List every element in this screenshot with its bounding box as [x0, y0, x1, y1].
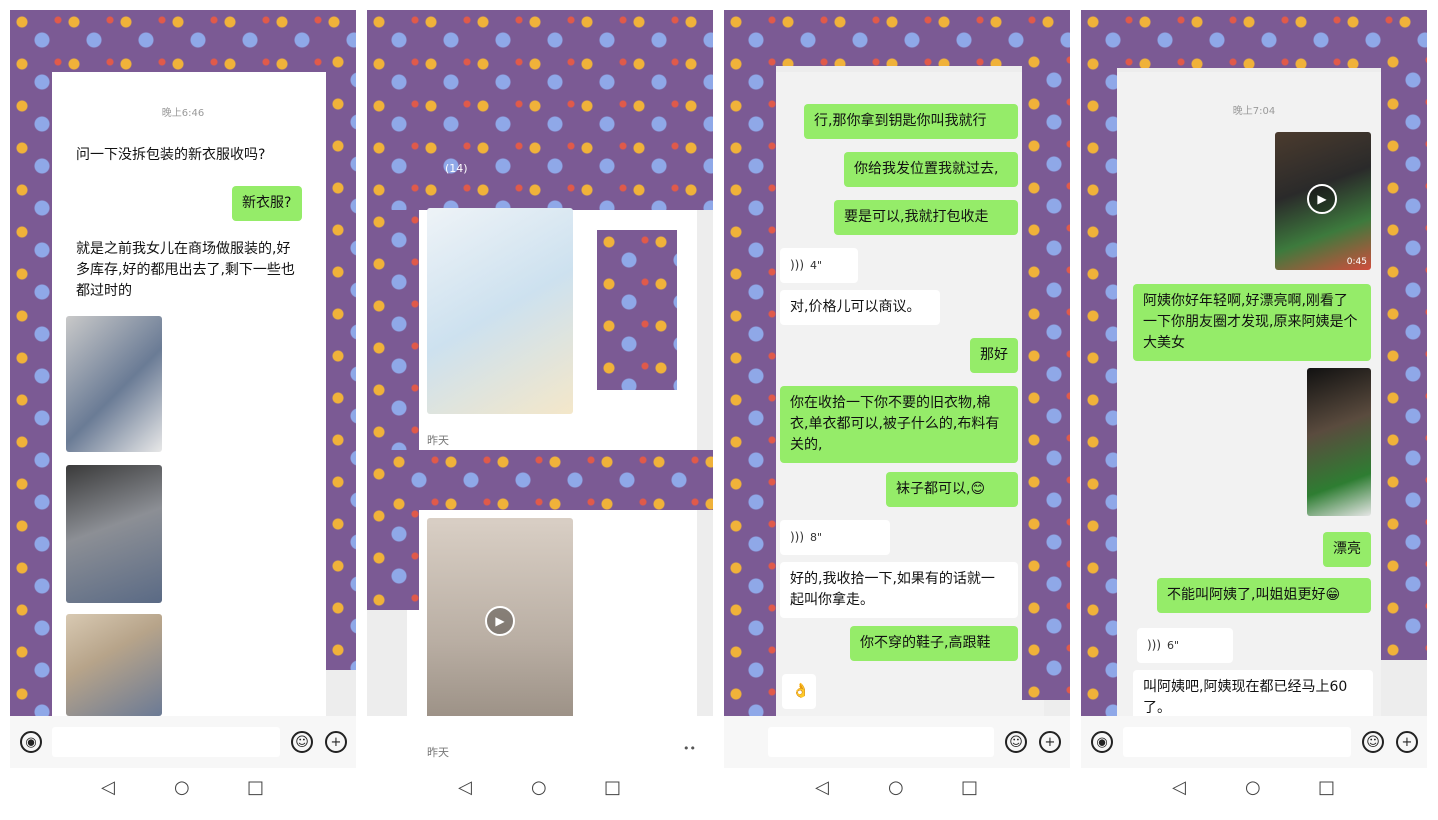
message-outgoing[interactable]: 新衣服? — [232, 186, 302, 221]
system-nav-bar: ◁ ○ □ — [10, 768, 356, 808]
pattern-overlay — [326, 50, 356, 670]
pattern-overlay — [387, 450, 713, 510]
voice-message[interactable]: ))) 8" — [780, 520, 890, 555]
message-outgoing[interactable]: 你不穿的鞋子,高跟鞋 — [850, 626, 1018, 661]
message-incoming[interactable]: 好的,我收拾一下,如果有的话就一起叫你拿走。 — [780, 562, 1018, 618]
pattern-overlay — [10, 10, 356, 72]
pattern-overlay — [724, 10, 776, 760]
pattern-overlay — [724, 10, 1070, 66]
more-icon[interactable]: •• — [683, 742, 696, 755]
voice-icon: ))) — [790, 530, 805, 544]
chat-area: (14) 昨天 ▶ — [367, 10, 713, 724]
message-outgoing[interactable]: 行,那你拿到钥匙你叫我就行 — [804, 104, 1018, 139]
message-outgoing[interactable]: 不能叫阿姨了,叫姐姐更好😁 — [1157, 578, 1371, 613]
message-incoming[interactable]: 就是之前我女儿在商场做服装的,好多库存,好的都甩出去了,剩下一些也都过时的 — [66, 232, 306, 309]
pattern-overlay — [1381, 50, 1427, 660]
voice-duration: 6" — [1167, 639, 1180, 652]
message-outgoing[interactable]: 漂亮 — [1323, 532, 1371, 567]
voice-icon[interactable]: ◉ — [1091, 731, 1113, 753]
photo-message[interactable] — [66, 465, 162, 603]
voice-message[interactable]: ))) 4" — [780, 248, 858, 283]
video-message[interactable]: ▶ — [427, 518, 573, 724]
input-bar: ☺ + — [724, 716, 1070, 768]
photo-message[interactable] — [427, 208, 573, 414]
message-outgoing[interactable]: 你给我发位置我就过去, — [844, 152, 1018, 187]
timestamp: 晚上6:46 — [161, 108, 205, 119]
date-label: 昨天 — [427, 434, 449, 447]
message-outgoing[interactable]: 阿姨你好年轻啊,好漂亮啊,刚看了一下你朋友圈才发现,原来阿姨是个大美女 — [1133, 284, 1371, 361]
chat-area: 行,那你拿到钥匙你叫我就行 你给我发位置我就过去, 要是可以,我就打包收走 ))… — [724, 10, 1070, 760]
back-icon[interactable]: ◁ — [1172, 778, 1186, 798]
emoji-icon[interactable]: ☺ — [1362, 731, 1384, 753]
chat-panel-1: 晚上6:46 问一下没拆包装的新衣服收吗? 新衣服? 就是之前我女儿在商场做服装… — [10, 10, 356, 808]
date-label: 昨天 — [427, 746, 449, 759]
pattern-overlay — [367, 210, 419, 610]
chat-panel-2: (14) 昨天 ▶ 昨天 •• ◁ ○ □ — [367, 10, 713, 808]
message-incoming[interactable]: 对,价格儿可以商议。 — [780, 290, 940, 325]
pattern-overlay — [367, 10, 713, 210]
chat-panel-3: 行,那你拿到钥匙你叫我就行 你给我发位置我就过去, 要是可以,我就打包收走 ))… — [724, 10, 1070, 808]
recent-icon[interactable]: □ — [247, 778, 264, 798]
pattern-overlay — [1081, 10, 1427, 68]
message-outgoing[interactable]: 那好 — [970, 338, 1018, 373]
message-outgoing[interactable]: 你在收拾一下你不要的旧衣物,棉衣,单衣都可以,被子什么的,布料有关的, — [780, 386, 1018, 463]
message-incoming[interactable]: 问一下没拆包装的新衣服收吗? — [66, 138, 282, 173]
voice-icon: ))) — [790, 258, 805, 272]
input-bar: ◉ ☺ + — [1081, 716, 1427, 768]
voice-duration: 8" — [810, 531, 823, 544]
emoji-message[interactable]: 👌 — [782, 674, 816, 709]
plus-icon[interactable]: + — [325, 731, 347, 753]
system-nav-bar: ◁ ○ □ — [367, 768, 713, 808]
system-nav-bar: ◁ ○ □ — [724, 768, 1070, 808]
input-bar: ◉ ☺ + — [10, 716, 356, 768]
timestamp: 晚上7:04 — [1232, 106, 1276, 117]
message-input[interactable] — [52, 727, 280, 757]
chat-area: 晚上7:04 ▶ 0:45 阿姨你好年轻啊,好漂亮啊,刚看了一下你朋友圈才发现,… — [1081, 10, 1427, 726]
back-icon[interactable]: ◁ — [101, 778, 115, 798]
emoji-icon[interactable]: ☺ — [1005, 731, 1027, 753]
home-icon[interactable]: ○ — [1245, 778, 1261, 798]
emoji-icon[interactable]: ☺ — [291, 731, 313, 753]
recent-icon[interactable]: □ — [961, 778, 978, 798]
pattern-overlay — [597, 230, 677, 390]
message-input[interactable] — [1123, 727, 1351, 757]
plus-icon[interactable]: + — [1396, 731, 1418, 753]
play-icon[interactable]: ▶ — [1307, 184, 1337, 214]
recent-icon[interactable]: □ — [604, 778, 621, 798]
voice-icon[interactable]: ◉ — [20, 731, 42, 753]
video-message[interactable]: ▶ 0:45 — [1275, 132, 1371, 270]
message-outgoing[interactable]: 要是可以,我就打包收走 — [834, 200, 1018, 235]
play-icon[interactable]: ▶ — [485, 606, 515, 636]
pattern-overlay — [1022, 50, 1070, 700]
home-icon[interactable]: ○ — [888, 778, 904, 798]
home-icon[interactable]: ○ — [531, 778, 547, 798]
system-nav-bar: ◁ ○ □ — [1081, 768, 1427, 808]
chat-panel-4: 晚上7:04 ▶ 0:45 阿姨你好年轻啊,好漂亮啊,刚看了一下你朋友圈才发现,… — [1081, 10, 1427, 808]
photo-message[interactable] — [66, 316, 162, 452]
home-icon[interactable]: ○ — [174, 778, 190, 798]
plus-icon[interactable]: + — [1039, 731, 1061, 753]
recent-icon[interactable]: □ — [1318, 778, 1335, 798]
photo-message[interactable] — [66, 614, 162, 716]
back-icon[interactable]: ◁ — [458, 778, 472, 798]
moments-footer: 昨天 •• — [367, 716, 713, 768]
voice-icon: ))) — [1147, 638, 1162, 652]
video-duration: 0:45 — [1346, 257, 1367, 267]
count-label: (14) — [445, 162, 468, 175]
video-message[interactable] — [1307, 368, 1371, 516]
back-icon[interactable]: ◁ — [815, 778, 829, 798]
voice-message[interactable]: ))) 6" — [1137, 628, 1233, 663]
chat-area: 晚上6:46 问一下没拆包装的新衣服收吗? 新衣服? 就是之前我女儿在商场做服装… — [10, 10, 356, 716]
message-input[interactable] — [768, 727, 994, 757]
voice-duration: 4" — [810, 259, 823, 272]
message-outgoing[interactable]: 袜子都可以,😊 — [886, 472, 1018, 507]
